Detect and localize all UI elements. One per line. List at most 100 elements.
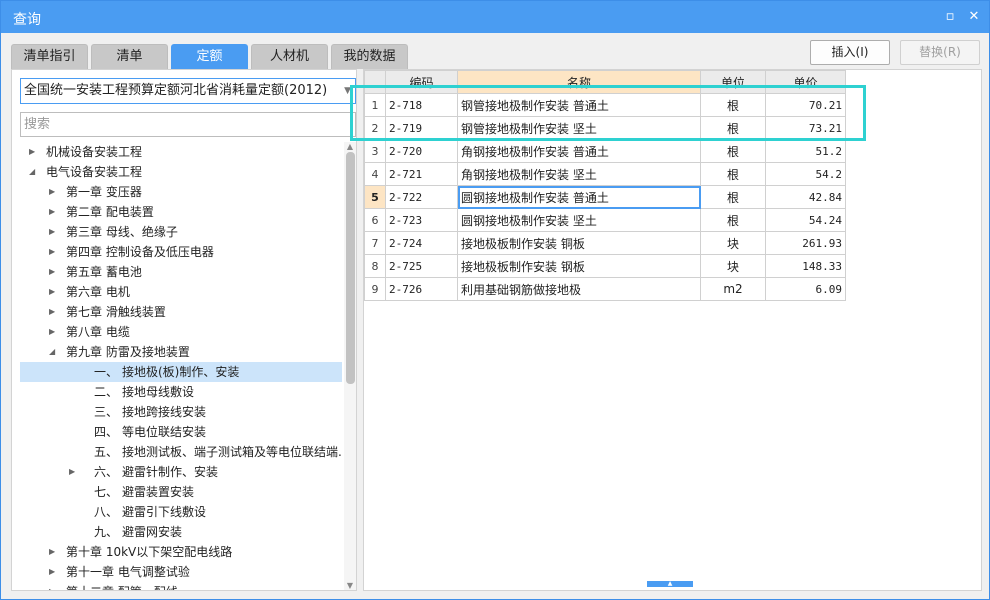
cell-name[interactable]: 接地极板制作安装 铜板 [457, 231, 701, 255]
collapsed-arrow-icon[interactable]: ▶ [69, 462, 75, 482]
table-row[interactable]: 5 2-722 圆钢接地极制作安装 普通土根 42.84 [364, 185, 846, 209]
table-row[interactable]: 6 2-723 圆钢接地极制作安装 坚土根 54.24 [364, 208, 846, 232]
table-row[interactable]: 7 2-724 接地极板制作安装 铜板块 261.93 [364, 231, 846, 255]
expanded-arrow-icon[interactable]: ◢ [29, 162, 35, 182]
insert-button[interactable]: 插入(I) [810, 40, 890, 65]
cell-code[interactable]: 2-725 [385, 254, 458, 278]
scrollbar-thumb[interactable] [346, 152, 355, 384]
cell-unit[interactable]: 根 [700, 93, 766, 117]
cell-name[interactable]: 利用基础钢筋做接地极 [457, 277, 701, 301]
collapsed-arrow-icon[interactable]: ▶ [49, 202, 55, 222]
collapsed-arrow-icon[interactable]: ▶ [49, 262, 55, 282]
collapsed-arrow-icon[interactable]: ▶ [49, 222, 55, 242]
cell-row-number[interactable]: 6 [364, 208, 386, 232]
cell-row-number[interactable]: 7 [364, 231, 386, 255]
cell-unit[interactable]: 根 [700, 139, 766, 163]
cell-row-number[interactable]: 1 [364, 93, 386, 117]
cell-price[interactable]: 54.24 [765, 208, 846, 232]
tree-item[interactable]: ▶ 第十二章 配管、配线 [20, 582, 342, 590]
cell-unit[interactable]: 块 [700, 231, 766, 255]
cell-row-number[interactable]: 9 [364, 277, 386, 301]
splitter-grip[interactable]: ▲ [647, 581, 693, 587]
cell-name[interactable]: 角钢接地极制作安装 普通土 [457, 139, 701, 163]
table-row[interactable]: 2 2-719 钢管接地极制作安装 坚土根 73.21 [364, 116, 846, 140]
table-row[interactable]: 1 2-718 钢管接地极制作安装 普通土根 70.21 [364, 93, 846, 117]
cell-row-number[interactable]: 2 [364, 116, 386, 140]
collapsed-arrow-icon[interactable]: ▶ [49, 302, 55, 322]
collapsed-arrow-icon[interactable]: ▶ [49, 182, 55, 202]
cell-name[interactable]: 钢管接地极制作安装 坚土 [457, 116, 701, 140]
column-header-0[interactable] [364, 70, 386, 94]
cell-price[interactable]: 148.33 [765, 254, 846, 278]
tree-item[interactable]: 八、 避雷引下线敷设 [20, 502, 342, 522]
cell-row-number[interactable]: 8 [364, 254, 386, 278]
tree-item[interactable]: ◢ 第九章 防雷及接地装置 [20, 342, 342, 362]
tree-item[interactable]: ▶ 第五章 蓄电池 [20, 262, 342, 282]
column-header-4[interactable]: 单价 [765, 70, 846, 94]
collapsed-arrow-icon[interactable]: ▶ [49, 322, 55, 342]
expanded-arrow-icon[interactable]: ◢ [49, 342, 55, 362]
tree-item[interactable]: ◢ 电气设备安装工程 [20, 162, 342, 182]
cell-price[interactable]: 42.84 [765, 185, 846, 209]
tree-item[interactable]: 五、 接地测试板、端子测试箱及等电位联结端... [20, 442, 342, 462]
tab-0[interactable]: 清单指引 [11, 44, 88, 69]
cell-code[interactable]: 2-721 [385, 162, 458, 186]
scroll-up-icon[interactable]: ▲ [344, 142, 356, 151]
collapsed-arrow-icon[interactable]: ▶ [49, 282, 55, 302]
cell-price[interactable]: 261.93 [765, 231, 846, 255]
cell-unit[interactable]: 根 [700, 208, 766, 232]
column-header-2[interactable]: 名称 [457, 70, 701, 94]
cell-price[interactable]: 70.21 [765, 93, 846, 117]
tab-2[interactable]: 定额 [171, 44, 248, 69]
cell-unit[interactable]: 根 [700, 116, 766, 140]
tree-item[interactable]: ▶ 第六章 电机 [20, 282, 342, 302]
table-row[interactable]: 4 2-721 角钢接地极制作安装 坚土根 54.2 [364, 162, 846, 186]
tree-item[interactable]: ▶ 第四章 控制设备及低压电器 [20, 242, 342, 262]
tree-item[interactable]: ▶ 第十一章 电气调整试验 [20, 562, 342, 582]
maximize-icon[interactable]: ▫ [943, 10, 957, 24]
tree-item[interactable]: ▶ 第七章 滑触线装置 [20, 302, 342, 322]
cell-price[interactable]: 6.09 [765, 277, 846, 301]
cell-name[interactable]: 角钢接地极制作安装 坚土 [457, 162, 701, 186]
tree-item[interactable]: ▶ 第三章 母线、绝缘子 [20, 222, 342, 242]
collapsed-arrow-icon[interactable]: ▶ [29, 142, 35, 162]
table-row[interactable]: 8 2-725 接地极板制作安装 钢板块 148.33 [364, 254, 846, 278]
tree-item[interactable]: ▶ 第二章 配电装置 [20, 202, 342, 222]
quota-library-select[interactable]: 全国统一安装工程预算定额河北省消耗量定额(2012) ▼ [20, 78, 356, 104]
cell-unit[interactable]: 块 [700, 254, 766, 278]
cell-code[interactable]: 2-724 [385, 231, 458, 255]
column-header-3[interactable]: 单位 [700, 70, 766, 94]
tree-scrollbar[interactable]: ▲ ▼ [344, 142, 356, 590]
tree-item[interactable]: 三、 接地跨接线安装 [20, 402, 342, 422]
cell-code[interactable]: 2-722 [385, 185, 458, 209]
search-input[interactable]: 搜索 [20, 112, 356, 137]
tree-item[interactable]: 一、 接地极(板)制作、安装 [20, 362, 342, 382]
collapsed-arrow-icon[interactable]: ▶ [49, 542, 55, 562]
cell-name[interactable]: 钢管接地极制作安装 普通土 [457, 93, 701, 117]
cell-code[interactable]: 2-720 [385, 139, 458, 163]
table-row[interactable]: 9 2-726 利用基础钢筋做接地极 m2 6.09 [364, 277, 846, 301]
cell-name[interactable]: 圆钢接地极制作安装 坚土 [457, 208, 701, 232]
tab-3[interactable]: 人材机 [251, 44, 328, 69]
cell-code[interactable]: 2-726 [385, 277, 458, 301]
close-icon[interactable]: ✕ [967, 10, 981, 24]
tree-item[interactable]: ▶ 第八章 电缆 [20, 322, 342, 342]
replace-button[interactable]: 替换(R) [900, 40, 980, 65]
tree-item[interactable]: 九、 避雷网安装 [20, 522, 342, 542]
cell-price[interactable]: 54.2 [765, 162, 846, 186]
cell-code[interactable]: 2-718 [385, 93, 458, 117]
tab-1[interactable]: 清单 [91, 44, 168, 69]
cell-unit[interactable]: 根 [700, 185, 766, 209]
column-header-1[interactable]: 编码 [385, 70, 458, 94]
tree-item[interactable]: 七、 避雷装置安装 [20, 482, 342, 502]
scroll-down-icon[interactable]: ▼ [344, 581, 356, 590]
tree-item[interactable]: ▶ 第十章 10kV以下架空配电线路 [20, 542, 342, 562]
cell-unit[interactable]: 根 [700, 162, 766, 186]
collapsed-arrow-icon[interactable]: ▶ [49, 562, 55, 582]
cell-row-number[interactable]: 5 [364, 185, 386, 209]
tree-item[interactable]: ▶ 六、 避雷针制作、安装 [20, 462, 342, 482]
cell-name[interactable]: 接地极板制作安装 钢板 [457, 254, 701, 278]
cell-code[interactable]: 2-723 [385, 208, 458, 232]
cell-row-number[interactable]: 4 [364, 162, 386, 186]
cell-code[interactable]: 2-719 [385, 116, 458, 140]
